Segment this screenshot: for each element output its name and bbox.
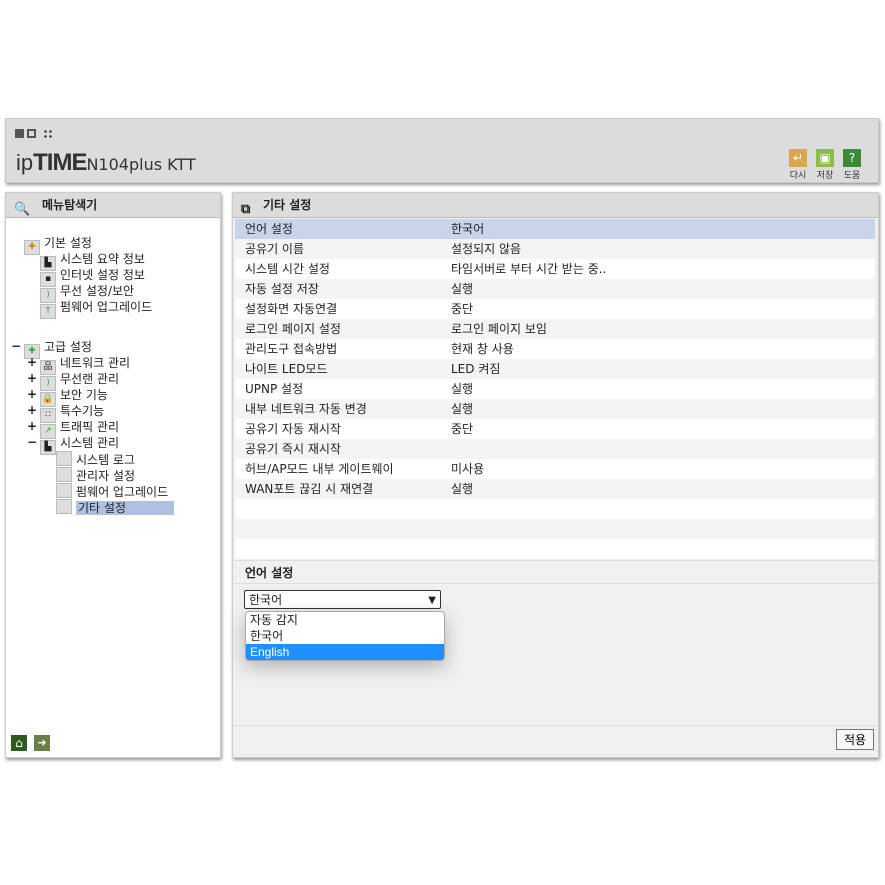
upgrade-icon: ↑ bbox=[40, 304, 56, 319]
expand-icon[interactable]: + bbox=[27, 371, 37, 385]
setting-value: 미사용 bbox=[451, 462, 485, 476]
setting-name: 로그인 페이지 설정 bbox=[245, 322, 341, 336]
setting-value: 설정되지 않음 bbox=[451, 242, 522, 256]
grid-icon bbox=[43, 129, 52, 138]
setting-value: LED 켜짐 bbox=[451, 362, 501, 376]
menu-explorer: 🔍 메뉴탐색기 ✚ 기본 설정 ▙ 시스템 요약 정보 ▪ 인터넷 설정 정보 ) 무선 … bbox=[5, 192, 221, 758]
tree-item[interactable]: 시스템 로그 bbox=[56, 451, 135, 468]
main-panel: ⧉ 기타 설정 언어 설정 한국어 공유기 이름 설정되지 않음 시스템 시간 설정 타임서… bbox=[232, 192, 879, 758]
setting-name: 시스템 시간 설정 bbox=[245, 262, 330, 276]
setting-value: 중단 bbox=[451, 302, 474, 316]
setting-value: 실행 bbox=[451, 382, 474, 396]
window-icon bbox=[15, 129, 24, 138]
table-row bbox=[235, 519, 875, 539]
setting-name: 설정화면 자동연결 bbox=[245, 302, 338, 316]
table-row[interactable]: 공유기 즉시 재시작 bbox=[235, 439, 875, 459]
option-english[interactable]: English bbox=[246, 644, 444, 660]
setting-name: UPNP 설정 bbox=[245, 382, 304, 396]
table-row bbox=[235, 499, 875, 519]
setting-value: 타임서버로 부터 시간 받는 중.. bbox=[451, 262, 607, 276]
setting-name: 내부 네트워크 자동 변경 bbox=[245, 402, 367, 416]
setting-value: 실행 bbox=[451, 402, 474, 416]
refresh-button[interactable]: ↵ 다시 bbox=[788, 149, 808, 181]
setting-value: 실행 bbox=[451, 282, 474, 296]
setting-name: 자동 설정 저장 bbox=[245, 282, 319, 296]
home-icon[interactable]: ⌂ bbox=[11, 735, 27, 751]
setting-value: 로그인 페이지 보임 bbox=[451, 322, 547, 336]
setting-name: 언어 설정 bbox=[245, 222, 293, 236]
footer-bar: 적용 bbox=[233, 725, 878, 758]
setting-value: 현재 창 사용 bbox=[451, 342, 514, 356]
setting-name: 관리도구 접속방법 bbox=[245, 342, 338, 356]
expand-icon[interactable]: + bbox=[27, 419, 37, 433]
save-icon: ▣ bbox=[816, 149, 834, 167]
tree-item[interactable]: ↑ 펌웨어 업그레이드 bbox=[40, 299, 152, 319]
table-row[interactable]: 내부 네트워크 자동 변경 실행 bbox=[235, 399, 875, 419]
table-row[interactable]: 설정화면 자동연결 중단 bbox=[235, 299, 875, 319]
language-select[interactable]: 한국어 ▼ bbox=[244, 590, 441, 609]
expand-icon[interactable]: + bbox=[27, 403, 37, 417]
setting-value: 한국어 bbox=[451, 222, 485, 236]
setting-name: 공유기 자동 재시작 bbox=[245, 422, 341, 436]
save-button[interactable]: ▣ 저장 bbox=[815, 149, 835, 181]
table-row bbox=[235, 539, 875, 559]
setting-name: 공유기 즉시 재시작 bbox=[245, 442, 341, 456]
table-row[interactable]: 관리도구 접속방법 현재 창 사용 bbox=[235, 339, 875, 359]
table-row[interactable]: 나이트 LED모드 LED 켜짐 bbox=[235, 359, 875, 379]
help-button[interactable]: ? 도움 bbox=[842, 149, 862, 181]
setting-name: WAN포트 끊김 시 재연결 bbox=[245, 482, 374, 496]
refresh-icon: ↵ bbox=[789, 149, 807, 167]
chevron-down-icon: ▼ bbox=[428, 595, 436, 606]
table-row[interactable]: 허브/AP모드 내부 게이트웨이 미사용 bbox=[235, 459, 875, 479]
expand-icon[interactable]: + bbox=[27, 355, 37, 369]
setting-name: 허브/AP모드 내부 게이트웨이 bbox=[245, 462, 394, 476]
header: ipTIMEN104plus KTT ↵ 다시 ▣ 저장 ? 도움 bbox=[5, 118, 879, 183]
tree-item[interactable]: 관리자 설정 bbox=[56, 467, 135, 484]
table-row[interactable]: 공유기 자동 재시작 중단 bbox=[235, 419, 875, 439]
collapse-icon[interactable]: − bbox=[27, 435, 37, 449]
apply-button[interactable]: 적용 bbox=[836, 729, 874, 750]
chart-icon: ▙ bbox=[40, 440, 56, 455]
search-icon: 🔍 bbox=[14, 202, 31, 217]
table-row[interactable]: WAN포트 끊김 시 재연결 실행 bbox=[235, 479, 875, 499]
table-row[interactable]: 로그인 페이지 설정 로그인 페이지 보임 bbox=[235, 319, 875, 339]
table-row[interactable]: 언어 설정 한국어 bbox=[235, 219, 875, 239]
setting-name: 공유기 이름 bbox=[245, 242, 305, 256]
language-dropdown: 자동 감지 한국어 English bbox=[245, 611, 445, 661]
logout-icon[interactable]: ➜ bbox=[34, 735, 50, 751]
detail-title: 언어 설정 bbox=[233, 560, 878, 584]
tree-item[interactable]: 펌웨어 업그레이드 bbox=[56, 483, 168, 500]
logo: ipTIMEN104plus KTT bbox=[16, 149, 196, 176]
panel-title: 🔍 메뉴탐색기 bbox=[6, 193, 220, 218]
expand-icon[interactable]: + bbox=[27, 387, 37, 401]
table-row[interactable]: UPNP 설정 실행 bbox=[235, 379, 875, 399]
option-auto[interactable]: 자동 감지 bbox=[246, 612, 444, 628]
table-row[interactable]: 공유기 이름 설정되지 않음 bbox=[235, 239, 875, 259]
tree-item-selected[interactable]: 기타 설정 bbox=[56, 499, 174, 516]
setting-value: 실행 bbox=[451, 482, 474, 496]
setting-name: 나이트 LED모드 bbox=[245, 362, 328, 376]
panel-title: ⧉ 기타 설정 bbox=[233, 193, 878, 218]
window-icon bbox=[27, 129, 36, 138]
option-korean[interactable]: 한국어 bbox=[246, 628, 444, 644]
collapse-icon[interactable]: − bbox=[11, 339, 21, 353]
table-row[interactable]: 시스템 시간 설정 타임서버로 부터 시간 받는 중.. bbox=[235, 259, 875, 279]
table-row[interactable]: 자동 설정 저장 실행 bbox=[235, 279, 875, 299]
setting-value: 중단 bbox=[451, 422, 474, 436]
help-icon: ? bbox=[843, 149, 861, 167]
